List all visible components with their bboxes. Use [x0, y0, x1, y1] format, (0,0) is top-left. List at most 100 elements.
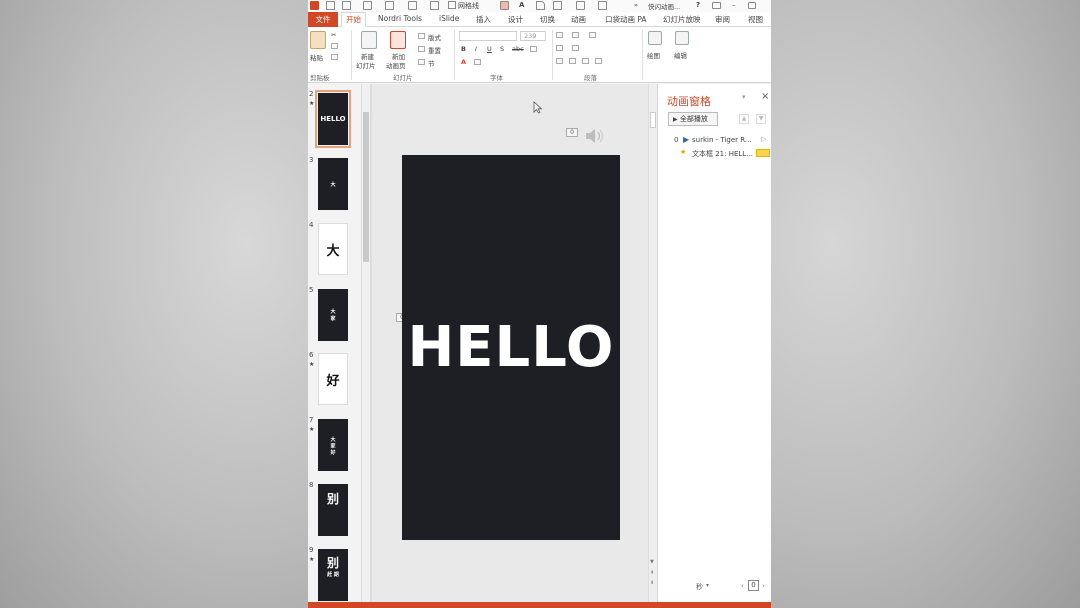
animation-marker[interactable]: 0 [566, 128, 578, 137]
pen-icon[interactable] [536, 1, 545, 10]
current-slide[interactable]: HELLO [402, 155, 620, 540]
tab-review[interactable]: 审阅 [715, 14, 730, 25]
format-painter-small-icon[interactable] [331, 54, 338, 60]
layout-icon[interactable] [418, 33, 425, 39]
seconds-dropdown-icon[interactable]: ▾ [706, 582, 709, 589]
help-icon[interactable]: ? [696, 1, 700, 9]
strikethrough-icon[interactable]: abc [512, 45, 524, 53]
char-spacing-icon[interactable] [530, 46, 537, 52]
new-slide-icon[interactable] [361, 31, 377, 49]
section-icon[interactable] [418, 59, 425, 65]
slide-thumbnail-9[interactable]: 别 赶 期 [318, 549, 348, 601]
tab-home[interactable]: 开始 [341, 12, 366, 27]
arrange-icon[interactable] [408, 1, 417, 10]
tab-islide[interactable]: iSlide [439, 14, 459, 23]
binoculars-icon[interactable] [675, 31, 689, 45]
slide-thumbnail-5[interactable]: 大 家 [318, 289, 348, 341]
line-spacing-icon[interactable] [556, 45, 563, 51]
select-icon[interactable] [430, 1, 439, 10]
underline-icon[interactable]: U [487, 45, 492, 53]
bold-icon[interactable]: B [461, 45, 466, 53]
thumbnails-scrollbar[interactable] [361, 84, 370, 608]
fill-icon[interactable] [553, 1, 562, 10]
redo-icon[interactable] [363, 1, 372, 10]
shadow-icon[interactable]: S [500, 45, 504, 53]
tab-pocket-animation[interactable]: 口袋动画 PA [605, 14, 647, 25]
move-down-icon[interactable]: ▼ [756, 114, 766, 124]
font-size-box[interactable]: 239 [520, 31, 546, 41]
zoom-box[interactable]: 0 [748, 580, 759, 591]
change-case-icon[interactable] [474, 59, 481, 65]
drawing-icon[interactable] [648, 31, 662, 45]
pane-options-icon[interactable]: ▾ [742, 93, 746, 101]
slide-thumbnail-7[interactable]: 大 家 好 [318, 419, 348, 471]
picture-icon[interactable] [500, 1, 509, 10]
drawing-button[interactable]: 绘图 [647, 50, 660, 60]
justify-icon[interactable] [595, 58, 602, 64]
animation-item[interactable]: 文本框 21: HELL... [692, 149, 753, 159]
new-slide-label-2[interactable]: 幻灯片 [356, 60, 376, 70]
edit-area-scrollbar[interactable]: ▼ ⇞ ⇟ [648, 84, 657, 602]
save-icon[interactable] [326, 1, 335, 10]
tab-insert[interactable]: 插入 [476, 14, 491, 25]
layout-button[interactable]: 版式 [428, 32, 441, 42]
speaker-icon[interactable] [584, 127, 606, 145]
scroll-down-arrow-icon[interactable]: ▼ [650, 559, 654, 565]
previous-slide-icon[interactable]: ⇞ [650, 570, 654, 576]
tab-file[interactable]: 文件 [308, 12, 338, 27]
next-slide-icon[interactable]: ⇟ [650, 580, 654, 586]
paste-button[interactable]: 粘贴 [310, 52, 323, 62]
bullets-icon[interactable] [556, 32, 563, 38]
font-color-icon[interactable]: A [519, 1, 524, 9]
close-icon[interactable]: × [761, 91, 769, 102]
more-commands-icon[interactable]: » [634, 1, 638, 9]
seconds-label[interactable]: 秒 [696, 582, 703, 592]
align-left-icon[interactable] [556, 58, 563, 64]
slide-thumbnail-8[interactable]: 别 [318, 484, 348, 536]
tab-nordri-tools[interactable]: Nordri Tools [378, 14, 422, 23]
tab-view[interactable]: 视图 [748, 14, 763, 25]
editing-button[interactable]: 编辑 [674, 50, 687, 60]
reset-button[interactable]: 重置 [428, 45, 441, 55]
font-name-box[interactable] [459, 31, 517, 41]
align-right-icon[interactable] [582, 58, 589, 64]
text-direction-icon[interactable] [572, 45, 579, 51]
maximize-icon[interactable] [748, 2, 756, 9]
indent-icon[interactable] [589, 32, 596, 38]
slide-thumbnail-4[interactable]: 大 [318, 223, 348, 275]
ribbon-display-icon[interactable] [712, 2, 721, 9]
reset-icon[interactable] [418, 46, 425, 52]
timing-bar[interactable] [756, 149, 770, 157]
new-animation-label-2[interactable]: 动画页 [386, 60, 406, 70]
copy-icon[interactable] [331, 43, 338, 49]
cut-icon[interactable]: ✂ [331, 31, 336, 39]
slide-title-text[interactable]: HELLO [402, 315, 620, 380]
font-color-small-icon[interactable]: A [461, 58, 466, 66]
numbering-icon[interactable] [572, 32, 579, 38]
tab-slideshow[interactable]: 幻灯片放映 [663, 14, 701, 25]
animation-item[interactable]: surkin - Tiger R... [692, 136, 752, 144]
new-animation-page-icon[interactable] [390, 31, 406, 49]
shapes-icon[interactable] [385, 1, 394, 10]
slide-thumbnail-3[interactable]: 大 [318, 158, 348, 210]
scrollbar-thumb[interactable] [650, 112, 656, 128]
tab-animations[interactable]: 动画 [571, 14, 586, 25]
scrollbar-thumb[interactable] [363, 112, 369, 262]
undo-icon[interactable] [342, 1, 351, 10]
move-up-icon[interactable]: ▲ [739, 114, 749, 124]
slide-thumbnail-2[interactable]: HELLO [315, 90, 351, 148]
slide-thumbnail-6[interactable]: 好 [318, 353, 348, 405]
zoom-out-icon[interactable]: ‹ [741, 582, 744, 590]
text-box-icon[interactable] [576, 1, 585, 10]
minimize-icon[interactable]: – [732, 1, 736, 9]
tab-transitions[interactable]: 切换 [540, 14, 555, 25]
tab-design[interactable]: 设计 [508, 14, 523, 25]
section-button[interactable]: 节 [428, 58, 435, 68]
align-center-icon[interactable] [569, 58, 576, 64]
format-painter-icon[interactable] [598, 1, 607, 10]
zoom-in-icon[interactable]: › [762, 582, 765, 590]
italic-icon[interactable]: I [475, 45, 477, 53]
gridlines-checkbox[interactable] [448, 1, 456, 9]
play-all-button[interactable]: ▶ 全部播放 [668, 112, 718, 126]
paste-icon[interactable] [310, 31, 326, 49]
